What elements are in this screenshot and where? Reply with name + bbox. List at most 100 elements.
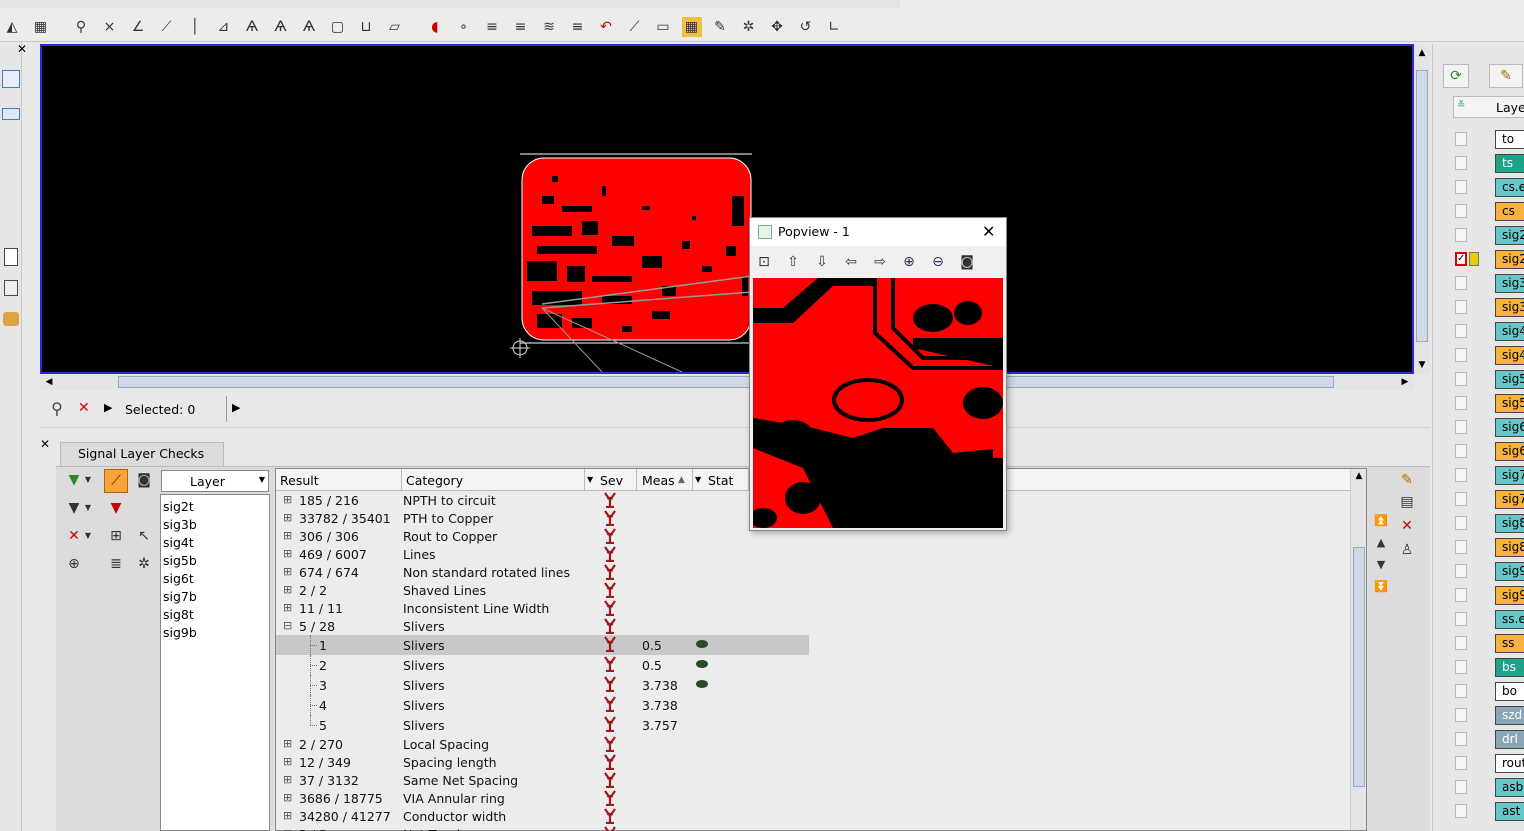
layer-list-item[interactable]: sig8t [163, 607, 194, 622]
eye-icon[interactable] [696, 660, 708, 668]
layer-checkbox[interactable] [1455, 612, 1467, 626]
pencil-icon[interactable]: ✎ [1397, 470, 1417, 490]
table-row[interactable]: ⊞ 674 / 674 Non standard rotated lines [276, 563, 1350, 581]
t4-icon[interactable]: ≋ [539, 17, 559, 37]
layer-item[interactable]: sig8 [1495, 538, 1524, 557]
col-meas[interactable]: Meas [642, 473, 675, 488]
eye-icon[interactable] [696, 680, 708, 688]
layer-item[interactable]: sig7 [1495, 490, 1524, 509]
layer-checkbox[interactable] [1455, 132, 1467, 146]
camera-icon[interactable]: ◙ [134, 470, 154, 490]
layer-checkbox[interactable] [1455, 756, 1467, 770]
last-icon[interactable]: ⏬ [1371, 576, 1391, 596]
eye-icon[interactable] [696, 640, 708, 648]
t1-icon[interactable]: ∘ [454, 17, 474, 37]
layer-item[interactable]: cs [1495, 202, 1524, 221]
layer-item[interactable]: ss [1495, 634, 1524, 653]
camera-icon[interactable]: ◙ [957, 252, 977, 272]
filter-red-icon[interactable]: ▼ [106, 498, 126, 518]
expand-toggle[interactable]: ⊞ [283, 755, 292, 768]
col-category[interactable]: Category [406, 473, 463, 488]
pan-right-icon[interactable]: ⇨ [870, 252, 890, 272]
stack-icon[interactable]: ≣ [106, 554, 126, 574]
expand-toggle[interactable]: ⊞ [283, 737, 292, 750]
play-icon[interactable]: ▶ [104, 401, 112, 414]
scroll-left-icon[interactable]: ◀ [42, 375, 56, 389]
grid-icon[interactable]: ▦ [31, 17, 51, 37]
down-icon[interactable]: ▼ [1371, 554, 1391, 574]
expand-toggle[interactable]: ⊞ [283, 511, 292, 524]
scroll-thumb[interactable] [1416, 70, 1428, 342]
selection-filter-icon[interactable]: ⚲ [46, 398, 68, 420]
layer-checkbox[interactable] [1455, 516, 1467, 530]
canvas-vertical-scrollbar[interactable]: ▲ ▼ [1414, 44, 1430, 374]
layer-item[interactable]: to [1495, 130, 1524, 149]
magnet-icon[interactable]: ◖ [425, 17, 445, 37]
table-vertical-scrollbar[interactable]: ▲ [1350, 469, 1366, 830]
highlight-icon[interactable]: ⟋ [104, 469, 128, 493]
layer-checkbox[interactable]: ✓ [1455, 252, 1467, 266]
filter-green-icon[interactable]: ▼ [64, 470, 84, 490]
layer-item[interactable]: ts [1495, 154, 1524, 173]
layer-item[interactable]: bo [1495, 682, 1524, 701]
t2-icon[interactable]: ≡ [482, 17, 502, 37]
expand-toggle[interactable]: ⊞ [283, 809, 292, 822]
measure-icon[interactable]: ⊔ [356, 17, 376, 37]
layer-item[interactable]: sig8 [1495, 514, 1524, 533]
table-row[interactable]: 4 Slivers 3.738 [276, 695, 1350, 715]
tri-icon[interactable]: ⊿ [214, 17, 234, 37]
layer-item[interactable]: sig2 [1495, 250, 1524, 269]
corner-icon[interactable]: ↺ [796, 17, 816, 37]
layer-item[interactable]: cs.e [1495, 178, 1524, 197]
layer-checkbox[interactable] [1455, 564, 1467, 578]
layer-item[interactable]: sig5 [1495, 370, 1524, 389]
delete-icon[interactable]: ✕ [1397, 516, 1417, 536]
sort-asc-icon[interactable]: ▲ [678, 475, 685, 485]
dots-icon[interactable]: ∟ [824, 17, 844, 37]
layer-checkbox[interactable] [1455, 444, 1467, 458]
layer-checkbox[interactable] [1455, 636, 1467, 650]
col-result[interactable]: Result [280, 473, 319, 488]
probe-icon[interactable]: ⚲ [71, 17, 91, 37]
close-panel-icon[interactable]: ✕ [40, 438, 52, 450]
pointer-icon[interactable]: ↖ [134, 526, 154, 546]
layer-item[interactable]: sig9 [1495, 586, 1524, 605]
layer-item[interactable]: szd [1495, 706, 1524, 725]
table-row[interactable]: ⊟ 5 / 28 Slivers [276, 617, 1350, 635]
tab-signal-layer-checks[interactable]: Signal Layer Checks [60, 442, 224, 466]
a3-icon[interactable]: Ѧ [299, 17, 319, 37]
filter-icon[interactable]: ▼ [64, 498, 84, 518]
dropdown-icon[interactable]: ▼ [82, 470, 94, 490]
expand-toggle[interactable]: ⊞ [283, 827, 292, 831]
layer-checkbox[interactable] [1455, 420, 1467, 434]
panel-icon[interactable]: ▭ [653, 17, 673, 37]
person-icon[interactable]: ♙ [1397, 540, 1417, 560]
table-row[interactable]: ⊞ 11 / 11 Inconsistent Line Width [276, 599, 1350, 617]
expand-toggle[interactable]: ⊞ [283, 565, 292, 578]
expand-toggle[interactable]: ⊞ [283, 529, 292, 542]
layer-checkbox[interactable] [1455, 276, 1467, 290]
pan-up-icon[interactable]: ⇧ [783, 252, 803, 272]
italic-icon[interactable]: ▱ [385, 17, 405, 37]
layer-item[interactable]: drl [1495, 730, 1524, 749]
layer-list-item[interactable]: sig9b [163, 625, 197, 640]
table-row[interactable]: ⊞ 37 / 3132 Same Net Spacing [276, 771, 1350, 789]
layer-checkbox[interactable] [1455, 348, 1467, 362]
layer-item[interactable]: sig7 [1495, 466, 1524, 485]
box-icon[interactable]: ▢ [328, 17, 348, 37]
t5-icon[interactable]: ≡ [568, 17, 588, 37]
dropdown-icon[interactable]: ▼ [82, 498, 94, 518]
copy-icon[interactable]: ⟋ [625, 17, 645, 37]
layer-checkbox[interactable] [1455, 492, 1467, 506]
table-row[interactable]: 1 Slivers 0.5 [276, 635, 809, 655]
up-icon[interactable]: ▲ [1371, 532, 1391, 552]
graphics-canvas[interactable] [40, 44, 1414, 374]
close-canvas-icon[interactable]: ✕ [16, 43, 28, 55]
layer-item[interactable]: sig5 [1495, 394, 1524, 413]
cross-icon[interactable]: ⨯ [100, 17, 120, 37]
first-icon[interactable]: ⏫ [1371, 510, 1391, 530]
refresh-icon[interactable]: ⟳ [1443, 64, 1469, 88]
curve-icon[interactable]: ✥ [767, 17, 787, 37]
add-icon[interactable]: ⊕ [64, 554, 84, 574]
zoom-in-icon[interactable]: ⊕ [899, 252, 919, 272]
